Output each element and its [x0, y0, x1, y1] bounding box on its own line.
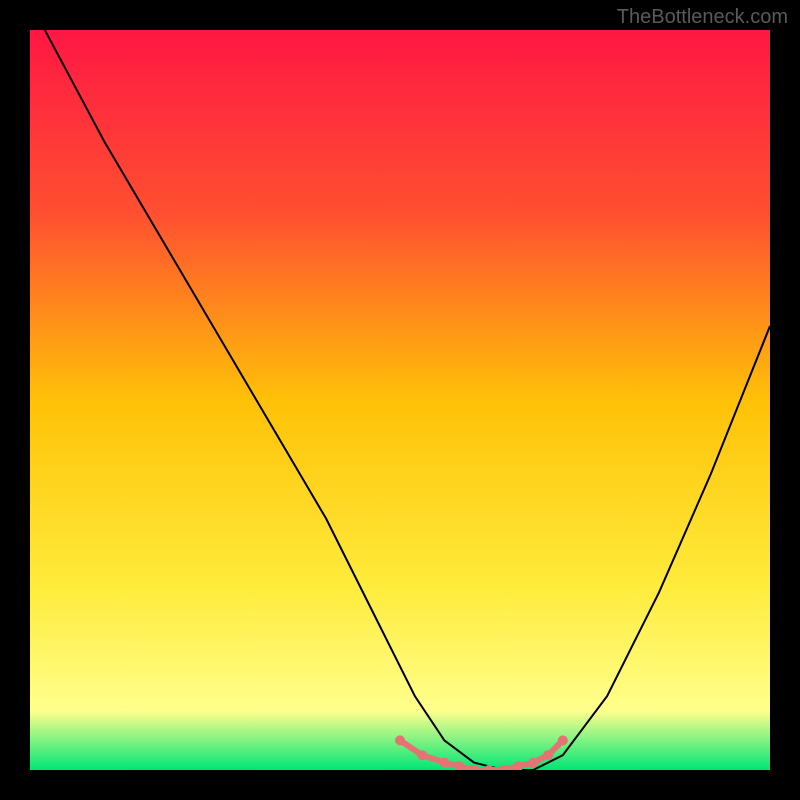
chart-plot — [30, 30, 770, 770]
chart-svg — [30, 30, 770, 770]
gradient-background — [30, 30, 770, 770]
watermark-text: TheBottleneck.com — [617, 6, 788, 29]
